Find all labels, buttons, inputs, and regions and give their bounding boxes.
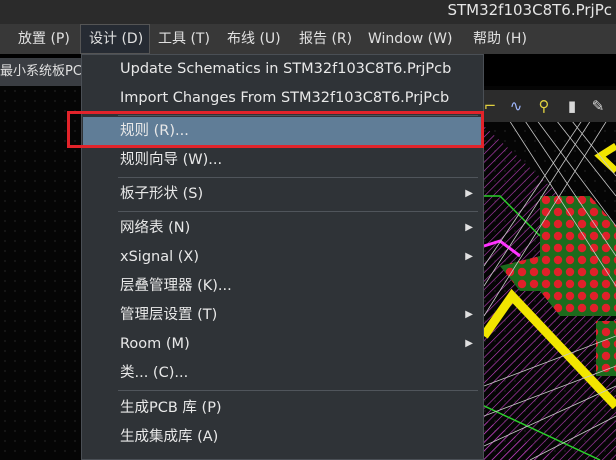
key-icon[interactable]: ⚲: [534, 96, 554, 116]
menu-item-layer-sets[interactable]: 管理层设置 (T) ▶: [83, 301, 483, 329]
menu-route[interactable]: 布线 (U): [227, 24, 281, 54]
menu-tools[interactable]: 工具 (T): [158, 24, 210, 54]
submenu-arrow-icon: ▶: [465, 251, 473, 262]
menu-reports[interactable]: 报告 (R): [299, 24, 352, 54]
menu-item-classes[interactable]: 类... (C)...: [83, 359, 483, 387]
highlight-annotation-box: [67, 111, 484, 148]
pad-cluster-right: [596, 321, 616, 376]
menu-item-xsignal[interactable]: xSignal (X) ▶: [83, 243, 483, 271]
pad-icon[interactable]: ▮: [562, 96, 582, 116]
menu-item-rules-wizard[interactable]: 规则向导 (W)...: [83, 146, 483, 174]
pcb-toolbar: ⌐ ∿ ⚲ ▮ ✎: [484, 90, 616, 122]
menu-separator: [118, 177, 478, 178]
window-title: STM32f103C8T6.PrjPc: [447, 1, 612, 19]
submenu-arrow-icon: ▶: [465, 309, 473, 320]
menu-item-layer-stack-manager[interactable]: 层叠管理器 (K)...: [83, 272, 483, 300]
menu-item-make-pcb-library[interactable]: 生成PCB 库 (P): [83, 394, 483, 422]
menu-item-make-integrated-library[interactable]: 生成集成库 (A): [83, 423, 483, 451]
menu-window[interactable]: Window (W): [368, 24, 452, 54]
menu-place[interactable]: 放置 (P): [18, 24, 70, 54]
menu-design[interactable]: 设计 (D): [80, 24, 150, 54]
edit-icon[interactable]: ✎: [588, 96, 608, 116]
submenu-arrow-icon: ▶: [465, 188, 473, 199]
menu-item-room[interactable]: Room (M) ▶: [83, 330, 483, 358]
title-bar: STM32f103C8T6.PrjPc: [0, 0, 616, 24]
submenu-arrow-icon: ▶: [465, 222, 473, 233]
wave-icon[interactable]: ∿: [506, 96, 526, 116]
document-tab-label: 最小系统板PC: [0, 64, 82, 79]
menu-help[interactable]: 帮助 (H): [473, 24, 527, 54]
menu-separator: [118, 390, 478, 391]
menu-item-netlist[interactable]: 网络表 (N) ▶: [83, 214, 483, 242]
document-tab[interactable]: 最小系统板PC: [0, 58, 82, 86]
menu-item-update-schematics[interactable]: Update Schematics in STM32f103C8T6.PrjPc…: [83, 55, 483, 83]
menu-item-board-shape[interactable]: 板子形状 (S) ▶: [83, 180, 483, 208]
menu-bar: 放置 (P) 设计 (D) 工具 (T) 布线 (U) 报告 (R) Windo…: [0, 24, 616, 54]
menu-separator: [118, 211, 478, 212]
submenu-arrow-icon: ▶: [465, 338, 473, 349]
menu-item-import-changes[interactable]: Import Changes From STM32f103C8T6.PrjPcb: [83, 84, 483, 112]
